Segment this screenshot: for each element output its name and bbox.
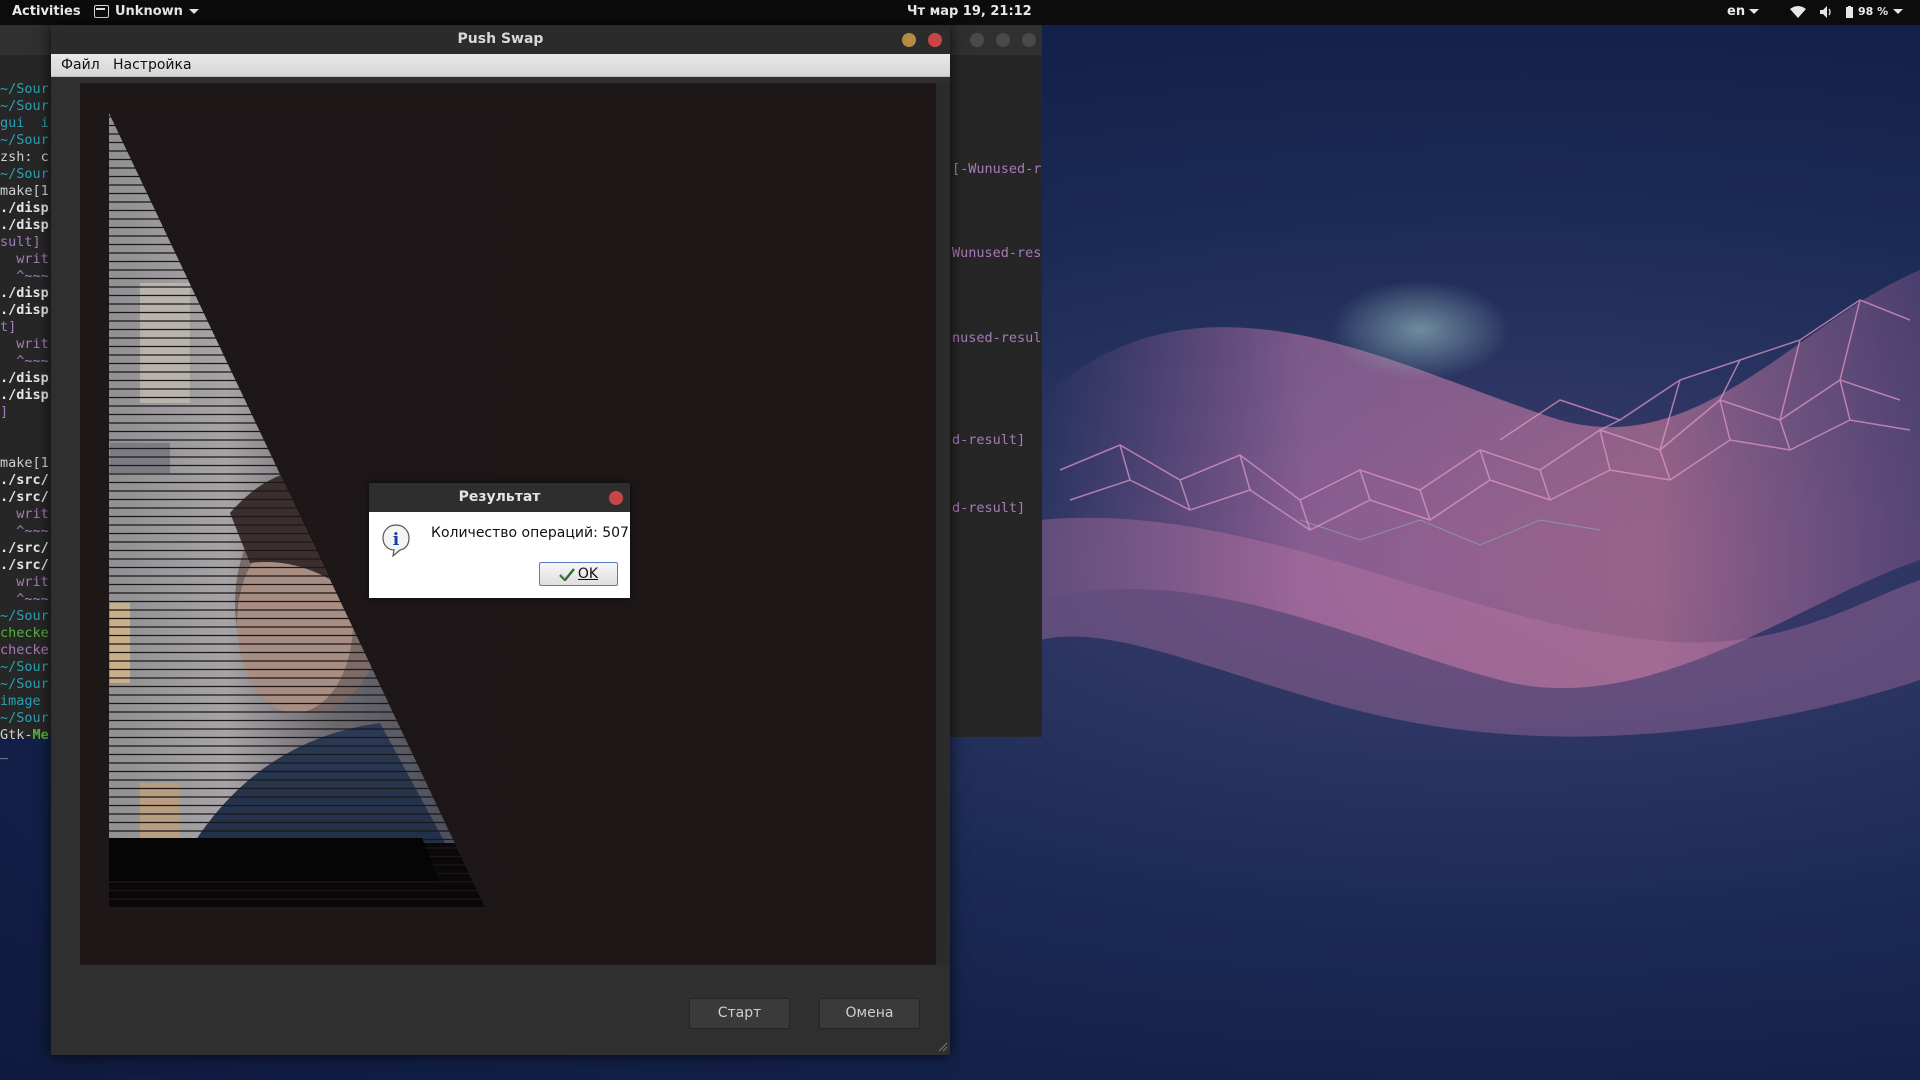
battery-icon <box>1846 5 1853 18</box>
terminal-line: ./disp <box>0 217 49 233</box>
terminal-line: ./disp <box>0 387 49 403</box>
minimize-icon[interactable] <box>902 33 916 47</box>
language-label: en <box>1727 4 1746 19</box>
terminal-line: ] <box>0 404 9 420</box>
terminal-line: ~/Sour <box>0 132 49 148</box>
result-dialog[interactable]: Результат i Количество операций: 507 OK <box>369 483 630 598</box>
terminal-line: writ <box>0 574 49 590</box>
language-selector[interactable]: en <box>1727 4 1760 19</box>
ok-button[interactable]: OK <box>539 562 618 586</box>
system-tray[interactable]: 98 % <box>1790 5 1904 18</box>
terminal-line: image <box>0 693 41 709</box>
wifi-icon <box>1790 5 1806 18</box>
terminal-line: ./disp <box>0 370 49 386</box>
top-bar: Activities Unknown Чт мар 19, 21:12 en 9… <box>0 0 1920 25</box>
activities-button[interactable]: Activities <box>12 4 81 19</box>
terminal-line: d-result] <box>952 500 1026 516</box>
terminal-line: writ <box>0 506 49 522</box>
terminal-line: ~/Sour <box>0 608 49 624</box>
terminal-line: ~/Sour <box>0 676 49 692</box>
resize-grip-icon[interactable] <box>936 1040 948 1052</box>
terminal-line: writ <box>0 251 49 267</box>
svg-text:i: i <box>393 530 400 550</box>
terminal-line: gui i <box>0 115 49 131</box>
terminal-line: zsh: c <box>0 149 49 165</box>
window-title: Push Swap <box>457 31 544 47</box>
ok-label: OK <box>577 566 599 582</box>
terminal-line: ./src/ <box>0 557 49 573</box>
terminal-line: [-Wunused-re <box>952 161 1042 177</box>
chevron-down-icon <box>1749 9 1760 14</box>
terminal-line: ~/Sour <box>0 98 49 114</box>
terminal-output-right: [-Wunused-re Wunused-resul nused-result d-r… <box>952 25 1042 737</box>
terminal-line: ./src/ <box>0 540 49 556</box>
terminal-line: ^~~~ <box>0 591 49 607</box>
terminal-line: writ <box>0 336 49 352</box>
window-titlebar[interactable]: Push Swap <box>51 25 950 54</box>
checkmark-icon <box>559 568 575 581</box>
terminal-line: ~/Sour <box>0 710 49 726</box>
chevron-down-icon <box>1893 9 1904 14</box>
dialog-message: Количество операций: 507 <box>431 525 629 541</box>
terminal-line: d-result] <box>952 432 1026 448</box>
terminal-line: ./disp <box>0 200 49 216</box>
menu-file[interactable]: Файл <box>61 57 100 73</box>
scrollbar[interactable] <box>936 83 950 965</box>
close-icon[interactable] <box>928 33 942 47</box>
terminal-line: ~/Sour <box>0 166 49 182</box>
chevron-down-icon <box>188 9 199 14</box>
start-button[interactable]: Старт <box>689 998 790 1029</box>
terminal-line: make[1 <box>0 183 49 199</box>
terminal-line: t] <box>0 319 17 335</box>
terminal-line: ~/Sour <box>0 659 49 675</box>
terminal-line: Wunused-resul <box>952 245 1042 261</box>
terminal-line: ^~~~ <box>0 268 49 284</box>
terminal-line: ./src/ <box>0 472 49 488</box>
terminal-line: nused-result <box>952 330 1042 346</box>
volume-icon <box>1820 5 1831 18</box>
terminal-output: ~/Sour ~/Sour gui i ~/Sour zsh: c ~/Sour make[… <box>0 81 50 781</box>
terminal-line: make[1 <box>0 455 49 471</box>
app-menu-label: Unknown <box>115 4 183 19</box>
terminal-line: ~/Sour <box>0 81 49 97</box>
terminal-line: ./src/ <box>0 489 49 505</box>
terminal-line: checke <box>0 625 49 641</box>
dialog-title: Результат <box>458 489 541 505</box>
terminal-line: Gtk-Me <box>0 727 49 743</box>
window-icon <box>94 5 109 18</box>
clock[interactable]: Чт мар 19, 21:12 <box>907 4 1032 19</box>
terminal-line: ^~~~ <box>0 353 49 369</box>
cancel-button[interactable]: Омена <box>819 998 920 1029</box>
terminal-line: ./disp <box>0 302 49 318</box>
terminal-line: ^~~~ <box>0 523 49 539</box>
battery-percent: 98 % <box>1858 5 1889 18</box>
terminal-line: checke <box>0 642 49 658</box>
close-icon[interactable] <box>609 491 623 505</box>
terminal-line: sult] <box>0 234 41 250</box>
terminal-line: _ <box>0 744 9 760</box>
menu-settings[interactable]: Настройка <box>113 57 192 73</box>
info-icon: i <box>382 524 410 557</box>
terminal-line: ./disp <box>0 285 49 301</box>
app-menu[interactable]: Unknown <box>94 4 199 19</box>
dialog-titlebar[interactable]: Результат <box>369 483 630 512</box>
menu-bar: Файл Настройка <box>51 54 950 77</box>
